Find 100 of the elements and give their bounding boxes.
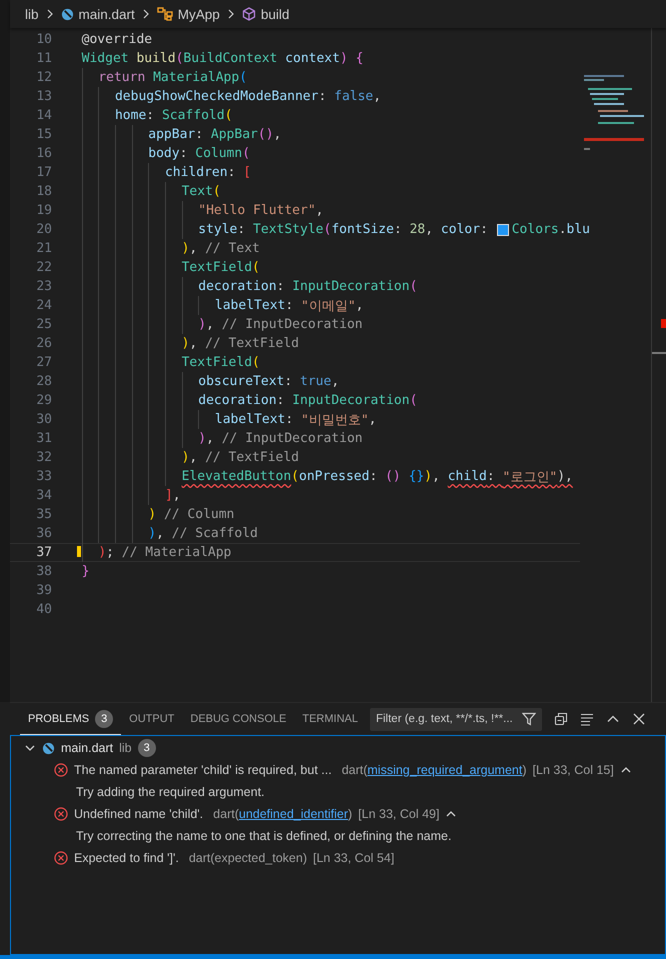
panel-tab[interactable]: TERMINAL — [294, 706, 366, 732]
count-badge: 3 — [138, 739, 156, 757]
filter-icon[interactable] — [522, 712, 536, 726]
breadcrumb-item[interactable]: lib — [25, 6, 39, 22]
chevron-icon — [46, 9, 54, 19]
class-icon — [156, 7, 173, 21]
code-line: TextField( — [66, 258, 260, 277]
problem-location: [Ln 33, Col 54] — [312, 851, 394, 865]
error-icon — [54, 763, 68, 777]
code-line: ], — [66, 486, 181, 505]
line-number: 37 — [35, 545, 53, 560]
line-number: 15 — [35, 127, 53, 142]
color-swatch[interactable] — [496, 224, 509, 236]
code-line: ElevatedButton(onPressed: () {}), child: "로그인"), — [66, 467, 573, 486]
rule-link[interactable]: undefined_identifier — [238, 807, 348, 821]
code-line: decoration: InputDecoration( — [66, 277, 418, 296]
code-line: @override — [80, 31, 152, 49]
line-number: 30 — [35, 412, 53, 427]
panel-tab[interactable]: OUTPUT — [121, 706, 182, 732]
line-number: 21 — [35, 241, 53, 256]
code-line: ), // Text — [66, 239, 260, 258]
line-number: 28 — [35, 374, 53, 389]
problem-location: [Ln 33, Col 49] — [358, 807, 440, 821]
list-icon[interactable] — [580, 712, 594, 726]
code-line: Text( — [66, 182, 221, 201]
code-line: } — [80, 563, 90, 581]
problem-detail: Try correcting the name to one that is defined, or defining the name. — [76, 829, 452, 843]
line-number: 22 — [35, 260, 53, 275]
line-number: 10 — [35, 32, 53, 47]
code-line: children: [ — [66, 163, 252, 182]
code-line: return MaterialApp( — [66, 68, 248, 87]
line-number: 19 — [35, 203, 53, 218]
dart-file-icon — [42, 742, 55, 754]
change-marker — [77, 546, 81, 557]
cube-icon — [242, 7, 256, 21]
code-line: ), // Scaffold — [66, 524, 258, 543]
breadcrumb-item[interactable]: build — [260, 6, 290, 22]
line-number: 17 — [35, 165, 53, 180]
chevron-icon — [142, 9, 150, 19]
code-line: "Hello Flutter", — [66, 201, 324, 220]
line-number: 20 — [35, 222, 53, 237]
problem-message[interactable]: Undefined name 'child'. — [74, 807, 204, 821]
code-line: ), // TextField — [66, 334, 299, 353]
dart-file-icon — [60, 8, 74, 20]
line-number: 39 — [35, 583, 53, 598]
problem-message[interactable]: Expected to find ']'. — [74, 851, 179, 865]
problem-source: dart(undefined_identifier) — [213, 807, 352, 821]
line-number: 36 — [35, 526, 53, 541]
folder-name: lib — [119, 741, 132, 755]
error-icon — [54, 807, 68, 821]
chevron-icon — [226, 9, 235, 19]
panel-tab[interactable]: PROBLEMS 3 — [20, 704, 122, 734]
code-line: obscureText: true, — [66, 372, 340, 391]
scrollbar[interactable] — [651, 28, 666, 702]
line-number: 25 — [35, 317, 53, 332]
code-line: labelText: "이메일", — [66, 296, 364, 315]
problem-message[interactable]: The named parameter 'child' is required, but ... — [74, 763, 332, 777]
code-line: debugShowCheckedModeBanner: false, — [66, 87, 382, 106]
error-icon — [54, 851, 68, 865]
line-number: 33 — [35, 469, 53, 484]
breadcrumb-item[interactable]: main.dart — [78, 6, 135, 22]
panel-tab[interactable]: DEBUG CONSOLE — [182, 706, 294, 732]
code-line: home: Scaffold( — [66, 106, 232, 125]
count-badge: 3 — [95, 710, 114, 728]
line-number: 40 — [35, 602, 53, 617]
line-number: 23 — [35, 279, 53, 294]
code-line: Widget build(BuildContext context) { — [80, 50, 364, 68]
code-line: ) // Column — [66, 505, 234, 524]
line-number: 29 — [35, 393, 53, 408]
line-number: 12 — [35, 70, 53, 85]
rule-link[interactable]: missing_required_argument — [367, 763, 522, 777]
code-line: ), // InputDecoration — [66, 429, 363, 448]
close-icon[interactable] — [632, 712, 646, 726]
code-line: ), // TextField — [66, 448, 299, 467]
line-number: 13 — [35, 89, 53, 104]
line-number: 35 — [35, 507, 53, 522]
code-line: decoration: InputDecoration( — [66, 391, 418, 410]
line-number: 27 — [35, 355, 53, 370]
code-line: labelText: "비밀번호", — [66, 410, 376, 429]
line-number: 24 — [35, 298, 53, 313]
problem-source: dart(expected_token) — [188, 851, 307, 865]
collapse-all-icon[interactable] — [554, 712, 568, 726]
line-number: 14 — [35, 108, 53, 123]
code-line: ); // MaterialApp — [66, 543, 232, 562]
code-line: ), // InputDecoration — [66, 315, 363, 334]
problem-source: dart(missing_required_argument) — [342, 763, 527, 777]
code-line: TextField( — [66, 353, 260, 372]
problem-location: [Ln 33, Col 15] — [532, 763, 614, 777]
code-line: appBar: AppBar(), — [66, 125, 282, 144]
filter-field[interactable]: Filter (e.g. text, **/*.ts, !**... — [370, 708, 542, 730]
code-line: body: Column( — [66, 144, 250, 163]
line-number: 26 — [35, 336, 53, 351]
problem-detail: Try adding the required argument. — [76, 785, 265, 799]
line-number: 31 — [35, 431, 53, 446]
line-number: 32 — [35, 450, 53, 465]
breadcrumb-item[interactable]: MyApp — [178, 6, 220, 22]
line-number: 18 — [35, 184, 53, 199]
line-number: 34 — [35, 488, 53, 503]
line-number: 11 — [35, 51, 53, 66]
file-name[interactable]: main.dart — [61, 741, 114, 755]
